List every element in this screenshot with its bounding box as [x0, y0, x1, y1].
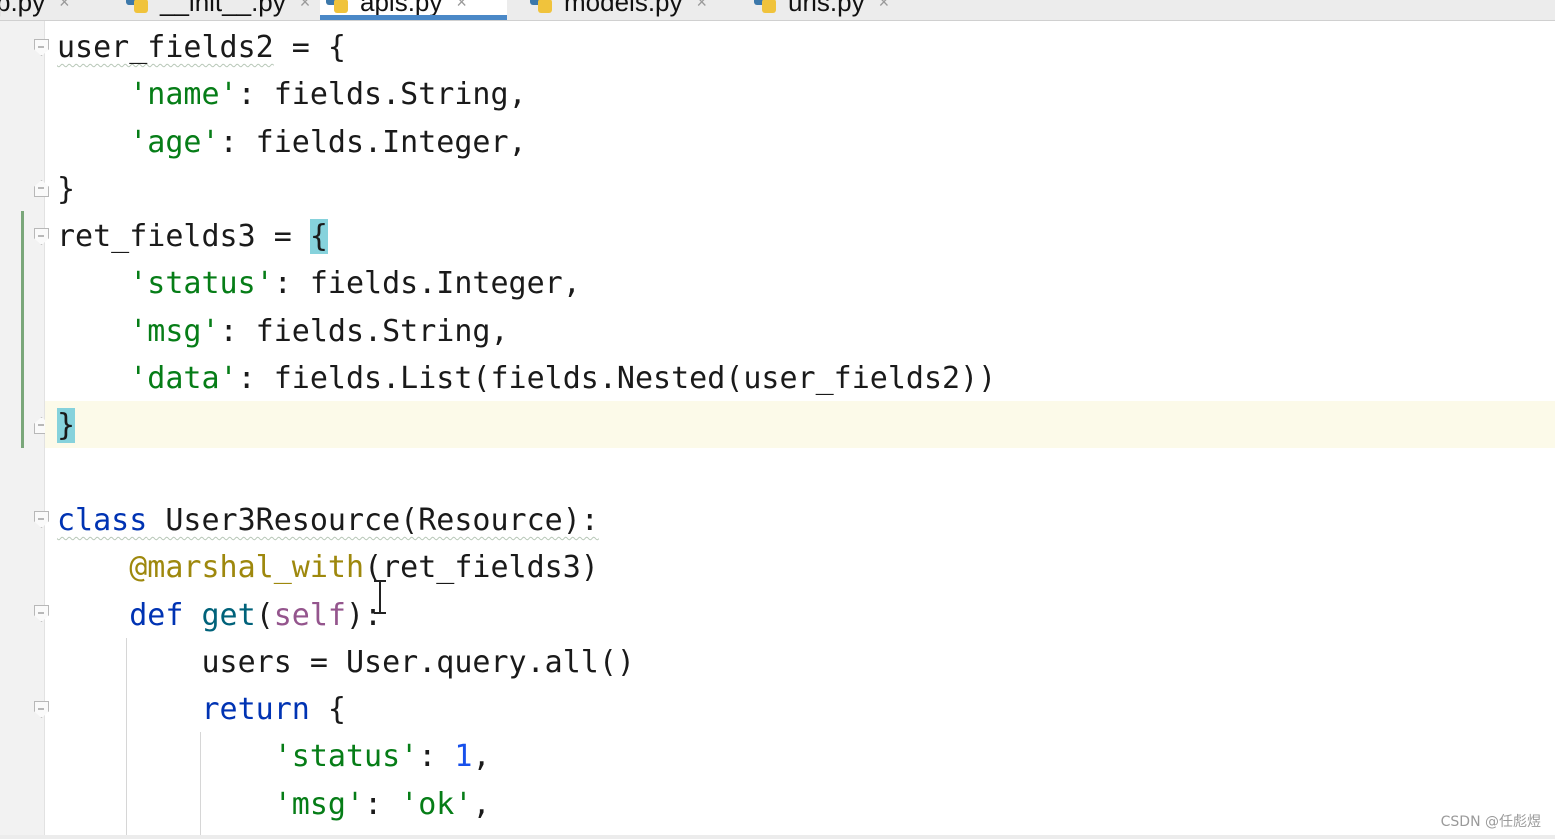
code-line[interactable]: class User3Resource(Resource): [57, 497, 996, 544]
tab-urls-py[interactable]: urls.py × [748, 0, 895, 20]
string-literal: 'msg' [273, 786, 365, 822]
code-token: } [57, 171, 76, 207]
tab-label: __init__.py [160, 0, 286, 17]
keyword: return [201, 692, 310, 728]
text-cursor-icon [374, 580, 386, 614]
code-line[interactable]: 'data': fields.List(fields.Nested(user_f… [57, 355, 996, 402]
code-line[interactable]: 'msg': 'ok', [57, 781, 996, 828]
code-line[interactable]: def get(self): [57, 592, 996, 639]
code-token: : fields.Integer, [219, 124, 527, 160]
code-token: : [418, 739, 455, 775]
variable-user-fields2: user_fields2 [57, 30, 274, 65]
code-line[interactable]: 'age': fields.Integer, [57, 119, 996, 166]
code-token: User3Resource(Resource): [147, 502, 599, 538]
string-literal: 'ok' [400, 786, 473, 822]
editor-bottom-edge [0, 835, 1555, 839]
code-line[interactable]: 'msg': fields.String, [57, 308, 996, 355]
tab-label: urls.py [788, 0, 865, 17]
code-token: (ret_fields3) [364, 550, 599, 586]
number-literal: 1 [454, 739, 473, 775]
code-token: , [472, 786, 491, 822]
close-icon[interactable]: × [879, 0, 890, 13]
tab-label: apis.py [360, 0, 443, 17]
python-file-icon [530, 0, 552, 13]
code-line[interactable]: ret_fields3 = { [57, 213, 996, 260]
code-line[interactable]: 'status': fields.Integer, [57, 260, 996, 307]
tab-apis-py[interactable]: apis.py × [320, 0, 507, 20]
close-icon[interactable]: × [697, 0, 708, 13]
matched-brace: { [309, 219, 328, 255]
code-token: users = User.query.all() [201, 644, 635, 680]
code-line[interactable]: return { [57, 686, 996, 733]
code-editor[interactable]: user_fields2 = { 'name': fields.String, … [57, 21, 996, 828]
code-token: : fields.String, [219, 313, 509, 349]
matched-brace: } [57, 408, 76, 444]
code-token: : fields.Integer, [273, 266, 581, 302]
code-line[interactable] [57, 450, 996, 497]
code-token: : fields.String, [237, 77, 527, 113]
python-file-icon [126, 0, 148, 13]
code-token: : fields.List(fields.Nested(user_fields2… [237, 361, 997, 397]
code-line[interactable]: } [57, 402, 996, 449]
string-literal: 'age' [129, 124, 220, 160]
string-literal: 'status' [129, 266, 274, 302]
code-line[interactable]: user_fields2 = { [57, 24, 996, 71]
vcs-change-marker[interactable] [21, 211, 24, 448]
code-line[interactable]: } [57, 166, 996, 213]
tab-models-py[interactable]: models.py × [524, 0, 713, 20]
close-icon[interactable]: × [300, 0, 311, 13]
close-icon[interactable]: × [456, 0, 467, 13]
editor-tab-bar: p.py × __init__.py × apis.py × models.py… [0, 0, 1555, 21]
keyword: def [129, 597, 184, 633]
code-token: : [364, 786, 401, 822]
code-line[interactable]: @marshal_with(ret_fields3) [57, 544, 996, 591]
string-literal: 'status' [273, 739, 419, 775]
code-line[interactable]: 'status': 1, [57, 733, 996, 780]
code-token: { [309, 692, 346, 728]
watermark: CSDN @任彪煜 [1440, 814, 1541, 830]
keyword: class [57, 502, 148, 538]
code-line[interactable]: users = User.query.all() [57, 639, 996, 686]
tab-p-py[interactable]: p.py × [0, 0, 76, 20]
python-file-icon [754, 0, 776, 13]
tab-init-py[interactable]: __init__.py × [120, 0, 316, 20]
string-literal: 'msg' [129, 313, 220, 349]
function-name: get [201, 597, 256, 633]
decorator: @marshal_with [129, 550, 365, 586]
code-token: ( [255, 597, 274, 633]
code-line[interactable]: 'name': fields.String, [57, 71, 996, 118]
tab-label: p.py [0, 0, 46, 17]
self-parameter: self [273, 597, 346, 633]
string-literal: 'data' [129, 361, 238, 397]
string-literal: 'name' [129, 77, 238, 113]
tab-label: models.py [564, 0, 683, 17]
python-file-icon [326, 0, 348, 13]
close-icon[interactable]: × [59, 0, 70, 13]
code-token: = { [273, 30, 346, 65]
code-token: ret_fields3 = [57, 219, 310, 255]
code-token: , [472, 739, 491, 775]
